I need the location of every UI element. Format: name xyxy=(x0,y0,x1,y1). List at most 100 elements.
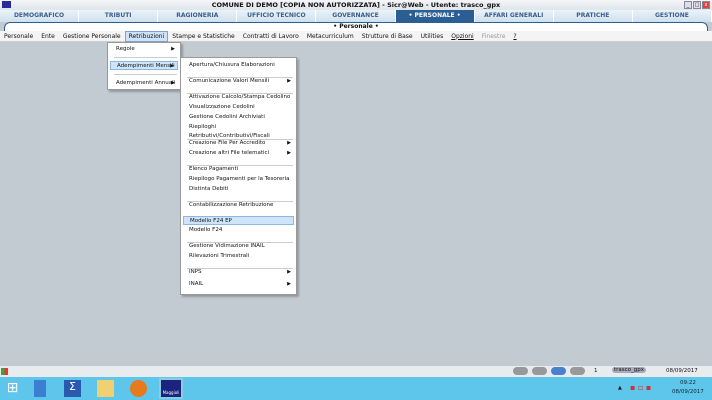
taskbar: ⊞ Σ Maggioli ▲ ▪ ▫ ▪ 09:22 08/09/2017 xyxy=(0,377,712,400)
menu-gestione-personale[interactable]: Gestione Personale xyxy=(59,31,125,42)
menu-stampe-statistiche[interactable]: Stampe e Statistiche xyxy=(168,31,238,42)
tab-tributi[interactable]: TRIBUTI xyxy=(79,10,159,22)
label: Distinta Debiti xyxy=(189,186,229,192)
tab-pratiche[interactable]: PRATICHE xyxy=(553,10,633,22)
powershell-icon[interactable]: Σ xyxy=(64,380,81,397)
menu-item-adempimenti-mensili[interactable]: Adempimenti Mensili ▶ xyxy=(110,61,178,70)
maximize-button[interactable]: □ xyxy=(693,1,701,9)
label: Riepilogo Pagamenti per la Tesoreria xyxy=(189,176,290,182)
label: INPS xyxy=(189,269,202,275)
label: Modello F24 xyxy=(189,227,223,233)
submenu-item[interactable]: Distinta Debiti xyxy=(183,185,294,194)
label: Apertura/Chiusura Elaborazioni xyxy=(189,62,275,68)
menu-utilities[interactable]: Utilities xyxy=(417,31,448,42)
title-bar: COMUNE DI DEMO [COPIA NON AUTORIZZATA] -… xyxy=(0,0,712,10)
label: Modello F24 EP xyxy=(190,218,232,224)
chevron-right-icon: ▶ xyxy=(171,80,175,86)
submenu-item[interactable]: Rilevazioni Trimestrali xyxy=(183,252,294,261)
status-tool-icons xyxy=(513,367,585,375)
close-button[interactable]: x xyxy=(702,1,710,9)
submenu-item[interactable]: Gestione Vidimazione INAIL xyxy=(183,242,294,251)
label: Comunicazione Valori Mensili xyxy=(189,78,270,84)
menu-help[interactable]: ? xyxy=(509,31,520,42)
submenu-item[interactable]: Apertura/Chiusura Elaborazioni xyxy=(183,61,294,70)
submenu-item[interactable]: Modello F24 EP xyxy=(183,216,294,225)
submenu-item[interactable]: Creazione altri File telematici ▶ xyxy=(183,149,294,158)
window-title: COMUNE DI DEMO [COPIA NON AUTORIZZATA] -… xyxy=(211,1,501,9)
firefox-icon[interactable] xyxy=(130,380,147,397)
chevron-right-icon: ▶ xyxy=(287,281,291,287)
tab-ragioneria[interactable]: RAGIONERIA xyxy=(158,10,238,22)
menu-bar: Personale Ente Gestione Personale Retrib… xyxy=(0,30,712,42)
label: Gestione Vidimazione INAIL xyxy=(189,243,265,249)
retribuzioni-dropdown: Regole ▶ Adempimenti Mensili ▶ Adempimenti… xyxy=(107,42,181,90)
windows-start-icon[interactable]: ⊞ xyxy=(4,380,21,397)
tab-affari-generali[interactable]: AFFARI GENERALI xyxy=(474,10,554,22)
status-bar: 1 trasco_gpx 08/09/2017 xyxy=(0,366,712,377)
tool-icon[interactable] xyxy=(513,367,528,375)
label: Attivazione Calcolo/Stampa Cedolino xyxy=(189,94,291,100)
tab-governance[interactable]: GOVERNANCE xyxy=(316,10,396,22)
minimize-button[interactable]: _ xyxy=(684,1,692,9)
chevron-right-icon: ▶ xyxy=(287,140,291,146)
tray-arrow-icon[interactable]: ▲ xyxy=(618,385,622,391)
label: Adempimenti Annuali xyxy=(116,80,176,86)
menu-opzioni[interactable]: Opzioni xyxy=(447,31,478,42)
submenu-item[interactable]: Contabilizzazione Retribuzione xyxy=(183,201,294,210)
menu-finestre[interactable]: Finestre xyxy=(478,31,510,42)
label: INAIL xyxy=(189,281,204,287)
tray-icons[interactable]: ▪ ▫ ▪ xyxy=(630,383,660,392)
tab-gestione[interactable]: GESTIONE xyxy=(632,10,712,22)
submenu-item[interactable]: Gestione Cedolini Archiviati xyxy=(183,113,294,122)
label: Adempimenti Mensili xyxy=(117,63,175,69)
menu-personale[interactable]: Personale xyxy=(0,31,37,42)
label: Elenco Pagamenti xyxy=(189,166,239,172)
menu-item-regole[interactable]: Regole ▶ xyxy=(110,45,178,54)
label: Regole xyxy=(116,46,135,52)
label: Creazione altri File telematici xyxy=(189,150,270,156)
tab-demografico[interactable]: DEMOGRAFICO xyxy=(0,10,80,22)
submenu-item[interactable]: Riepiloghi Retributivi/Contributivi/Fisc… xyxy=(183,123,294,139)
notification-icon[interactable] xyxy=(570,367,585,375)
submenu-item[interactable]: Modello F24 xyxy=(183,226,294,235)
submenu-item[interactable]: Creazione File Per Accredito ▶ xyxy=(183,139,294,148)
submenu-item[interactable]: Comunicazione Valori Mensili ▶ xyxy=(183,77,294,86)
submenu-item[interactable]: INAIL ▶ xyxy=(183,280,294,289)
status-user[interactable]: trasco_gpx xyxy=(612,367,647,373)
adempimenti-mensili-submenu: Apertura/Chiusura Elaborazioni Comunicazi… xyxy=(180,57,297,295)
chevron-right-icon: ▶ xyxy=(287,269,291,275)
file-explorer-icon[interactable] xyxy=(97,380,114,397)
chevron-right-icon: ▶ xyxy=(287,150,291,156)
menu-metacurriculum[interactable]: Metacurriculum xyxy=(303,31,358,42)
separator xyxy=(114,74,177,75)
chevron-right-icon: ▶ xyxy=(170,63,174,69)
tab-ufficio-tecnico[interactable]: UFFICIO TECNICO xyxy=(237,10,317,22)
menu-contratti[interactable]: Contratti di Lavoro xyxy=(239,31,303,42)
submenu-item[interactable]: INPS ▶ xyxy=(183,268,294,277)
submenu-item[interactable]: Elenco Pagamenti xyxy=(183,165,294,174)
window-icon[interactable] xyxy=(551,367,566,375)
menu-ente[interactable]: Ente xyxy=(37,31,59,42)
menu-strutture-base[interactable]: Strutture di Base xyxy=(358,31,417,42)
chevron-right-icon: ▶ xyxy=(287,78,291,84)
label: Visualizzazione Cedolini xyxy=(189,104,255,110)
label: Rilevazioni Trimestrali xyxy=(189,253,250,259)
label: Riepiloghi Retributivi/Contributivi/Fisc… xyxy=(189,124,270,139)
status-grid-icon xyxy=(1,368,8,375)
tool-icon[interactable] xyxy=(532,367,547,375)
clock-date: 08/09/2017 xyxy=(672,389,704,395)
status-count: 1 xyxy=(594,368,598,374)
module-tabs: DEMOGRAFICO TRIBUTI RAGIONERIA UFFICIO T… xyxy=(0,10,712,22)
label: Creazione File Per Accredito xyxy=(189,140,266,146)
maggioli-app-icon[interactable]: Maggioli xyxy=(159,378,183,399)
menu-item-adempimenti-annuali[interactable]: Adempimenti Annuali ▶ xyxy=(110,79,178,88)
submenu-item[interactable]: Riepilogo Pagamenti per la Tesoreria xyxy=(183,175,294,184)
tab-personale[interactable]: • PERSONALE • xyxy=(395,10,475,22)
menu-retribuzioni[interactable]: Retribuzioni xyxy=(124,30,169,42)
label: Contabilizzazione Retribuzione xyxy=(189,202,274,208)
status-date: 08/09/2017 xyxy=(666,368,698,374)
submenu-item[interactable]: Visualizzazione Cedolini xyxy=(183,103,294,112)
server-manager-icon[interactable] xyxy=(34,380,46,397)
label: Gestione Cedolini Archiviati xyxy=(189,114,265,120)
submenu-item[interactable]: Attivazione Calcolo/Stampa Cedolino xyxy=(183,93,294,102)
